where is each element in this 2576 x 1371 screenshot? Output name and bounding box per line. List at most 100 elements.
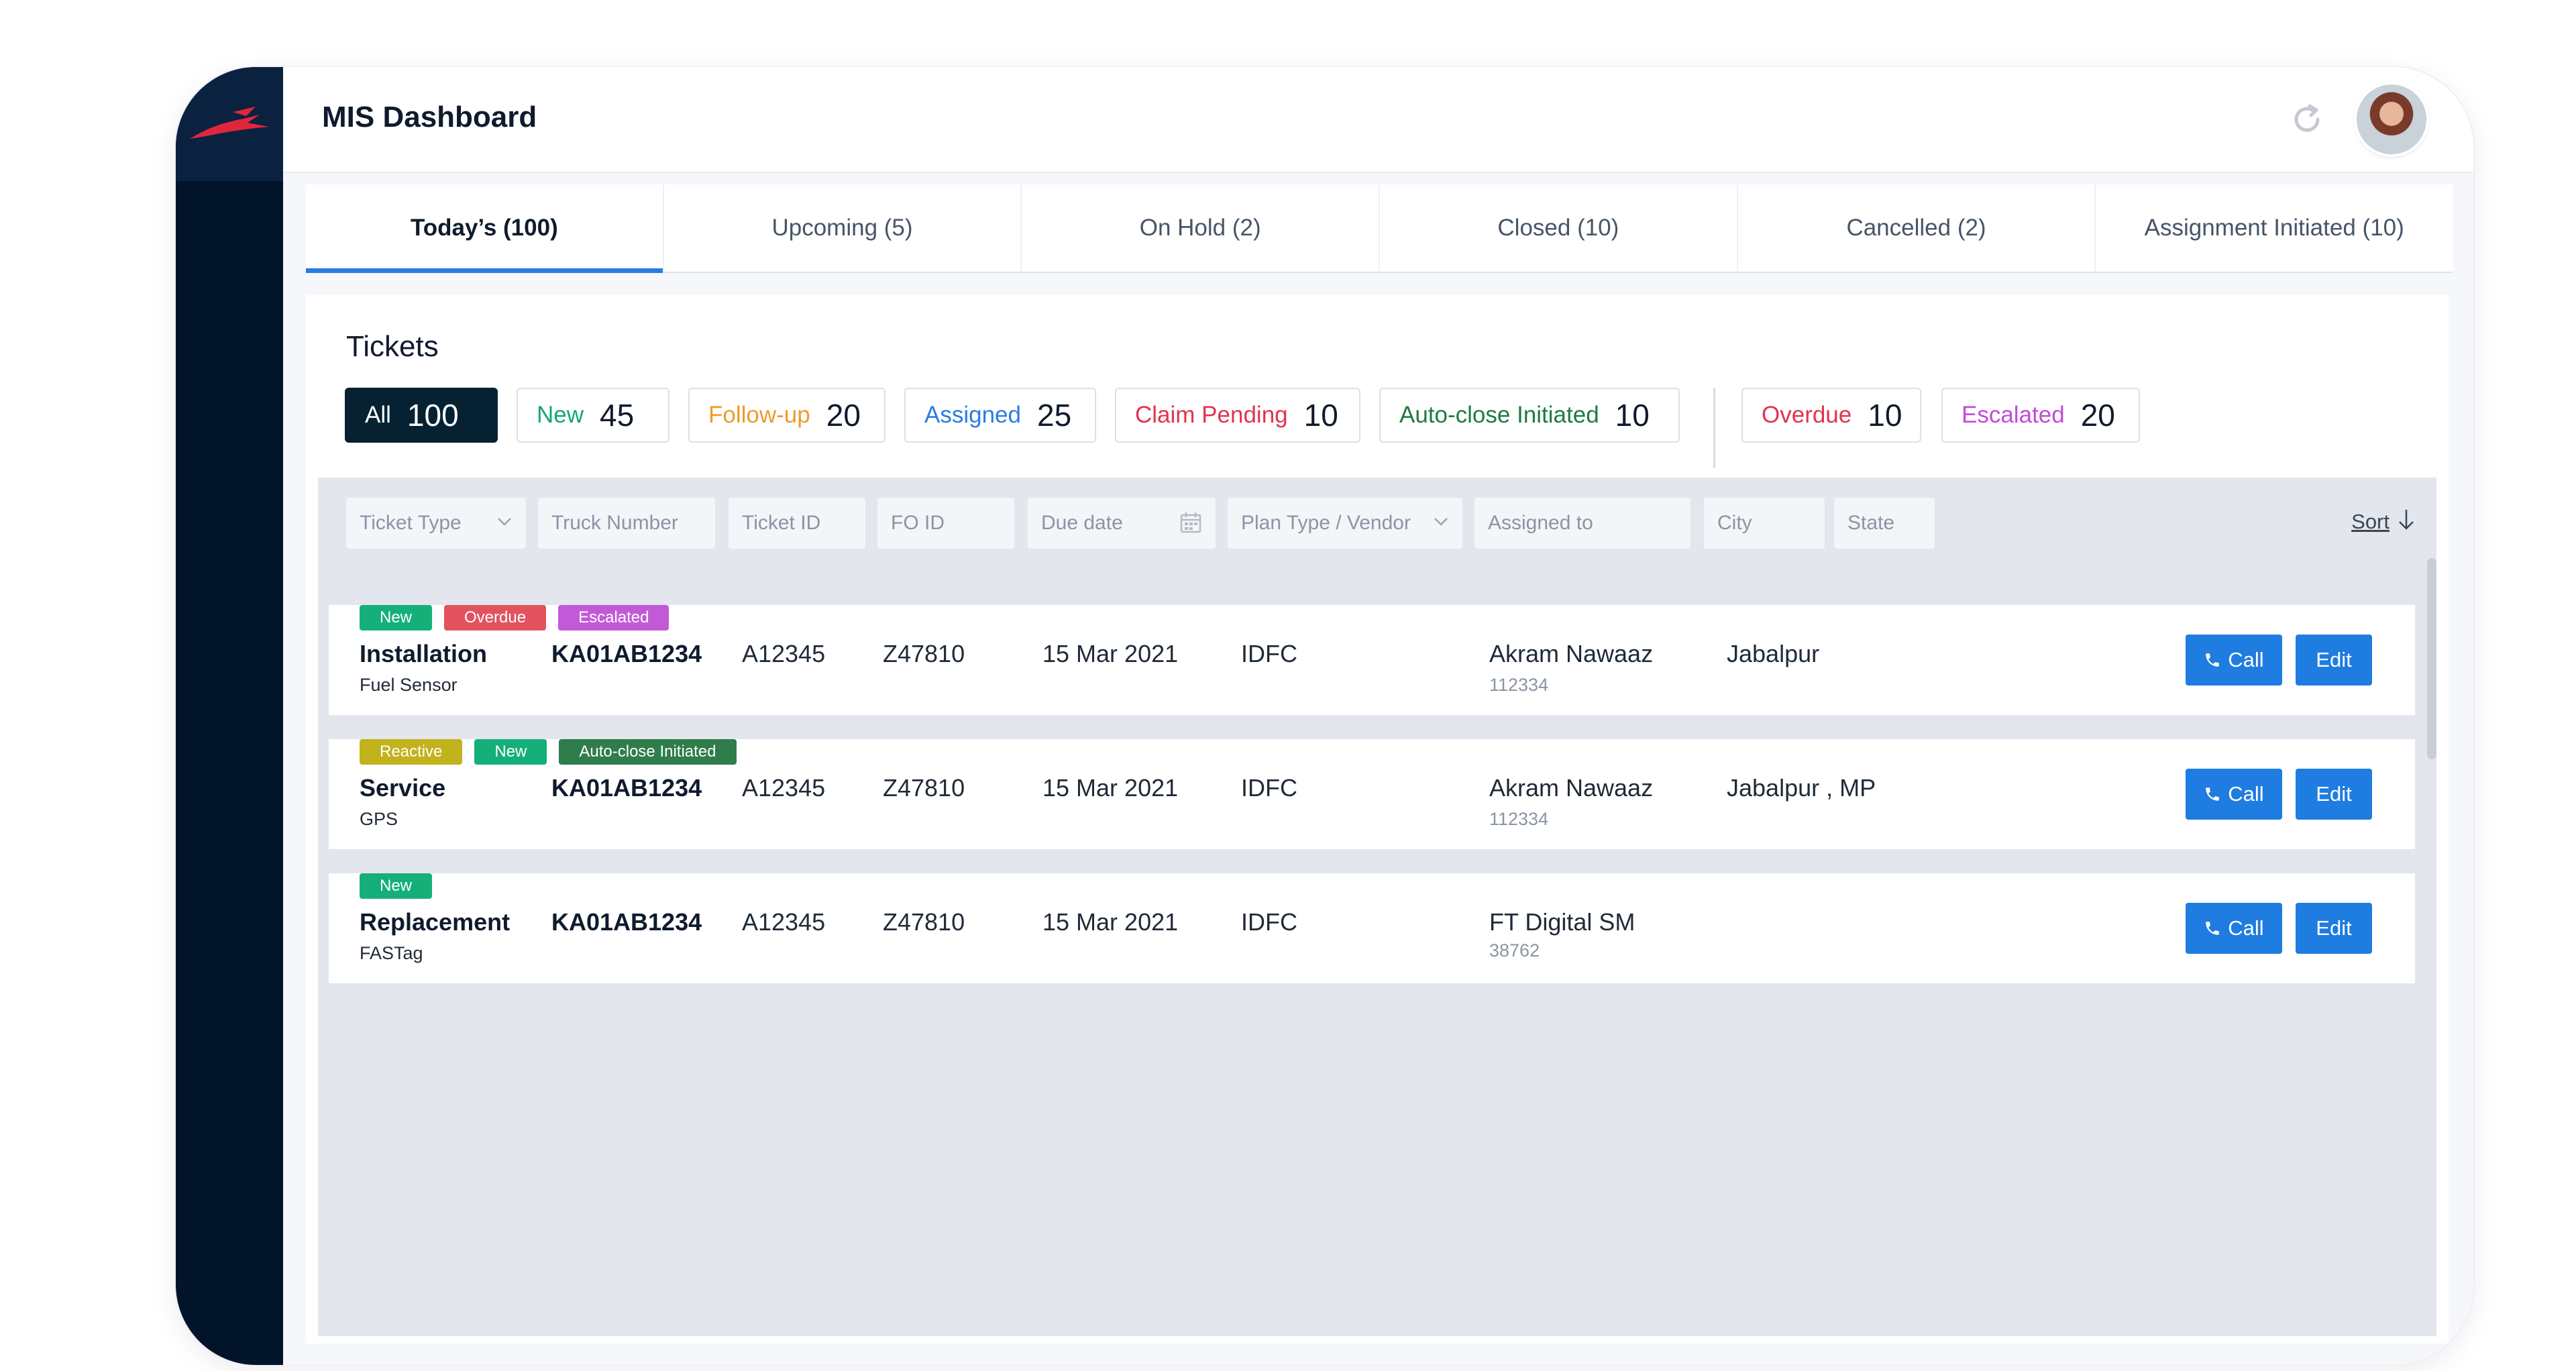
refresh-icon[interactable] bbox=[2288, 101, 2326, 138]
sort-button[interactable]: Sort bbox=[2351, 510, 2390, 534]
assignee-id: 112334 bbox=[1489, 675, 1549, 695]
badge-new: New bbox=[360, 605, 433, 630]
ticket-subtype: GPS bbox=[360, 809, 398, 829]
row-badges: New Overdue Escalated bbox=[360, 605, 669, 630]
edit-button[interactable]: Edit bbox=[2296, 903, 2372, 954]
chip-label: Escalated bbox=[1962, 402, 2065, 428]
city: Jabalpur bbox=[1727, 640, 1820, 667]
chip-count: 10 bbox=[1868, 398, 1902, 433]
plan-type-filter[interactable]: Plan Type / Vendor bbox=[1228, 498, 1462, 549]
ticket-id: A12345 bbox=[742, 908, 826, 936]
badge-new: New bbox=[360, 873, 433, 899]
chip-escalated[interactable]: Escalated 20 bbox=[1941, 388, 2140, 443]
tab-closed[interactable]: Closed (10) bbox=[1380, 184, 1738, 272]
brand-logo-icon bbox=[190, 107, 269, 139]
fo-id-filter[interactable]: FO ID bbox=[877, 498, 1014, 549]
assigned-to-filter[interactable]: Assigned to bbox=[1474, 498, 1690, 549]
chevron-down-icon bbox=[498, 518, 511, 526]
filter-label: City bbox=[1717, 512, 1752, 534]
filter-label: State bbox=[1847, 512, 1895, 534]
filter-label: Plan Type / Vendor bbox=[1241, 512, 1411, 534]
assignee-name: Akram Nawaaz bbox=[1489, 640, 1654, 667]
assignee-id: 38762 bbox=[1489, 940, 1540, 961]
arrow-down-icon[interactable] bbox=[2396, 507, 2416, 533]
chip-auto-close-initiated[interactable]: Auto-close Initiated 10 bbox=[1379, 388, 1680, 443]
sidebar bbox=[176, 67, 283, 1365]
due-date: 15 Mar 2021 bbox=[1042, 774, 1179, 802]
table-row[interactable]: Reactive New Auto-close Initiated Servic… bbox=[329, 739, 2415, 849]
filter-label: Truck Number bbox=[551, 512, 678, 534]
due-date: 15 Mar 2021 bbox=[1042, 908, 1179, 936]
chip-count: 20 bbox=[2080, 398, 2115, 433]
phone-icon bbox=[2206, 653, 2220, 667]
phone-icon bbox=[2206, 922, 2220, 935]
scrollbar[interactable] bbox=[2427, 558, 2436, 759]
filter-label: Assigned to bbox=[1488, 512, 1593, 534]
truck-number: KA01AB1234 bbox=[551, 774, 702, 802]
ticket-subtype: FASTag bbox=[360, 943, 423, 963]
ticket-id: A12345 bbox=[742, 774, 826, 802]
main-area: MIS Dashboard Today’s (100) Upcoming (5)… bbox=[283, 67, 2473, 1365]
chip-label: All bbox=[365, 402, 391, 428]
chip-new[interactable]: New 45 bbox=[517, 388, 669, 443]
app-window: MIS Dashboard Today’s (100) Upcoming (5)… bbox=[176, 67, 2473, 1365]
chip-assigned[interactable]: Assigned 25 bbox=[904, 388, 1096, 443]
truck-number: KA01AB1234 bbox=[551, 908, 702, 936]
filter-label: Due date bbox=[1041, 512, 1123, 534]
truck-number-filter[interactable]: Truck Number bbox=[538, 498, 715, 549]
call-button[interactable]: Call bbox=[2186, 635, 2282, 686]
chip-label: Overdue bbox=[1762, 402, 1852, 428]
edit-button[interactable]: Edit bbox=[2296, 635, 2372, 686]
chip-claim-pending[interactable]: Claim Pending 10 bbox=[1115, 388, 1360, 443]
chip-count: 25 bbox=[1036, 398, 1072, 433]
chip-divider bbox=[1713, 388, 1715, 468]
table-row[interactable]: New Overdue Escalated Installation Fuel … bbox=[329, 605, 2415, 715]
chip-all[interactable]: All 100 bbox=[345, 388, 498, 443]
chip-label: Follow-up bbox=[708, 402, 810, 428]
fo-id: Z47810 bbox=[883, 908, 965, 936]
edit-button[interactable]: Edit bbox=[2296, 769, 2372, 820]
call-label: Call bbox=[2228, 916, 2264, 940]
due-date-filter[interactable]: Due date bbox=[1028, 498, 1216, 549]
avatar[interactable] bbox=[2357, 85, 2426, 154]
tab-today[interactable]: Today’s (100) bbox=[306, 184, 664, 273]
tab-on-hold[interactable]: On Hold (2) bbox=[1022, 184, 1381, 272]
due-date: 15 Mar 2021 bbox=[1042, 640, 1179, 667]
city-filter[interactable]: City bbox=[1704, 498, 1825, 549]
chip-count: 10 bbox=[1615, 398, 1650, 433]
table-row[interactable]: New Replacement FASTag KA01AB1234 A12345… bbox=[329, 873, 2415, 983]
top-bar: MIS Dashboard bbox=[283, 67, 2473, 173]
call-button[interactable]: Call bbox=[2186, 903, 2282, 954]
logo[interactable] bbox=[176, 67, 283, 181]
tab-upcoming[interactable]: Upcoming (5) bbox=[664, 184, 1022, 272]
ticket-type-filter[interactable]: Ticket Type bbox=[346, 498, 526, 549]
phone-icon bbox=[2206, 787, 2220, 801]
filter-label: FO ID bbox=[891, 512, 945, 534]
call-label: Call bbox=[2228, 782, 2264, 806]
chevron-down-icon bbox=[1434, 518, 1448, 526]
fo-id: Z47810 bbox=[883, 640, 965, 667]
ticket-id-filter[interactable]: Ticket ID bbox=[729, 498, 865, 549]
chip-overdue[interactable]: Overdue 10 bbox=[1741, 388, 1921, 443]
call-label: Call bbox=[2228, 648, 2264, 671]
state-filter[interactable]: State bbox=[1834, 498, 1935, 549]
chip-count: 20 bbox=[826, 398, 861, 433]
ticket-type: Installation bbox=[360, 640, 488, 667]
badge-escalated: Escalated bbox=[558, 605, 669, 630]
tickets-heading: Tickets bbox=[346, 330, 439, 363]
row-badges: Reactive New Auto-close Initiated bbox=[360, 739, 737, 765]
badge-reactive: Reactive bbox=[360, 739, 463, 765]
truck-number: KA01AB1234 bbox=[551, 640, 702, 667]
tab-assignment-initiated[interactable]: Assignment Initiated (10) bbox=[2096, 184, 2453, 272]
chip-label: Claim Pending bbox=[1135, 402, 1288, 428]
chip-label: New bbox=[537, 402, 584, 428]
call-button[interactable]: Call bbox=[2186, 769, 2282, 820]
row-badges: New bbox=[360, 873, 433, 899]
fo-id: Z47810 bbox=[883, 774, 965, 802]
status-tabs: Today’s (100) Upcoming (5) On Hold (2) C… bbox=[306, 184, 2453, 273]
tab-cancelled[interactable]: Cancelled (2) bbox=[1738, 184, 2096, 272]
filter-label: Ticket ID bbox=[742, 512, 821, 534]
chip-follow-up[interactable]: Follow-up 20 bbox=[688, 388, 885, 443]
assignee-name: FT Digital SM bbox=[1489, 908, 1635, 936]
chip-label: Assigned bbox=[924, 402, 1021, 428]
